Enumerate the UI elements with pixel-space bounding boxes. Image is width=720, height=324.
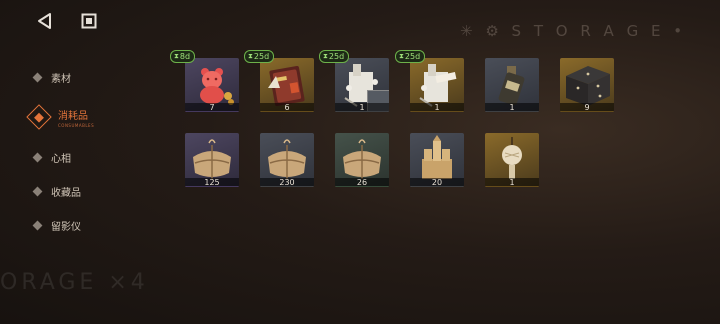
item-count: 6 <box>260 103 314 112</box>
item-slot-ticket-bundle[interactable]: 1 <box>335 58 389 112</box>
diamond-icon <box>32 220 43 230</box>
item-slot-gummy-bear[interactable]: 7 <box>185 58 239 112</box>
sidebar-item-label: 留影仪 <box>51 221 81 233</box>
diamond-icon <box>32 186 43 196</box>
home-button[interactable] <box>78 10 100 32</box>
back-button[interactable] <box>34 10 56 32</box>
square-stop-icon <box>81 13 97 29</box>
sidebar-item-collectibles[interactable]: 收藏品 <box>30 174 140 208</box>
item-slot-tassel-ornament[interactable]: 1 <box>485 133 539 187</box>
item-count: 230 <box>260 178 314 187</box>
sidebar-item-heart[interactable]: 心相 <box>30 140 140 174</box>
hourglass-icon: ⧗ <box>399 52 404 60</box>
sidebar-item-label: 心相 <box>51 153 71 165</box>
sidebar-item-label: 消耗品 <box>58 110 88 122</box>
diamond-icon <box>32 152 43 162</box>
item-slot-ticket-bundle-gold[interactable]: 1 <box>410 58 464 112</box>
item-count: 1 <box>335 103 389 112</box>
item-slot-cloth-bundle[interactable]: 230 <box>260 133 314 187</box>
expiry-timer-badge: ⧗ 8d <box>170 50 196 63</box>
diamond-icon <box>32 72 43 82</box>
item-count: 20 <box>410 178 464 187</box>
sidebar-item-label: 素材 <box>51 73 71 85</box>
item-count: 125 <box>185 178 239 187</box>
back-triangle-icon <box>38 13 51 29</box>
sidebar-item-consumables[interactable]: 消耗品 CONSUMABLES <box>26 94 140 140</box>
item-slot-book-bundle[interactable]: 6 <box>260 58 314 112</box>
item-count: 26 <box>335 178 389 187</box>
item-count: 1 <box>410 103 464 112</box>
item-count: 9 <box>560 103 614 112</box>
item-slot-gift-box[interactable]: 9 <box>560 58 614 112</box>
selected-diamond-icon <box>26 104 52 130</box>
expiry-timer-badge: ⧗ 25d <box>395 50 426 63</box>
item-count: 7 <box>185 103 239 112</box>
item-slot-bottle[interactable]: 1 <box>485 58 539 112</box>
category-sidebar: 素材 消耗品 CONSUMABLES 心相 收藏品 留影仪 <box>26 60 140 242</box>
expiry-timer-badge: ⧗ 25d <box>319 50 350 63</box>
item-slot-cloth-bundle[interactable]: 125 <box>185 133 239 187</box>
item-count: 1 <box>485 178 539 187</box>
sidebar-item-camera[interactable]: 留影仪 <box>30 208 140 242</box>
hourglass-icon: ⧗ <box>174 52 179 60</box>
item-slot-sand-castle[interactable]: 20 <box>410 133 464 187</box>
hourglass-icon: ⧗ <box>248 52 253 60</box>
item-slot-cloth-bundle[interactable]: 26 <box>335 133 389 187</box>
sidebar-item-label: 收藏品 <box>51 187 81 199</box>
storage-watermark-top: ✳ ⚙ S T O R A G E • <box>460 22 687 40</box>
expiry-timer-badge: ⧗ 25d <box>244 50 275 63</box>
item-count: 1 <box>485 103 539 112</box>
hourglass-icon: ⧗ <box>323 52 328 60</box>
sidebar-item-sublabel: CONSUMABLES <box>58 122 95 128</box>
sidebar-item-materials[interactable]: 素材 <box>30 60 140 94</box>
storage-watermark-bottom: ORAGE ×4 <box>0 270 149 295</box>
